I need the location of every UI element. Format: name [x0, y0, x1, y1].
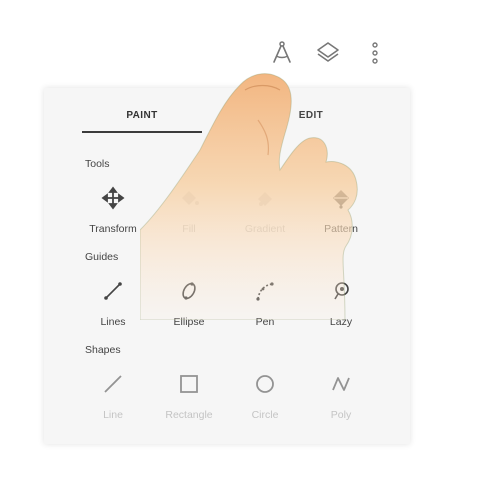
- section-title-guides: Guides: [85, 251, 119, 263]
- tool-label: Pattern: [324, 223, 358, 235]
- tool-gradient[interactable]: Gradient: [225, 186, 305, 256]
- shape-rectangle[interactable]: Rectangle: [149, 372, 229, 442]
- shape-line[interactable]: Line: [73, 372, 153, 442]
- tool-label: Lazy: [329, 316, 353, 328]
- tool-transform[interactable]: Transform: [73, 186, 153, 256]
- tool-label: Pen: [255, 316, 275, 328]
- tool-label: Fill: [182, 223, 196, 235]
- tool-label: Line: [103, 409, 123, 421]
- line-shape-icon: [101, 372, 125, 396]
- poly-shape-icon: [329, 372, 353, 396]
- paint-bucket-icon: [177, 186, 201, 210]
- gradient-bucket-icon: [253, 186, 277, 210]
- guide-lazy[interactable]: Lazy: [301, 279, 381, 349]
- ellipse-guide-icon: [177, 279, 201, 303]
- circle-shape-icon: [253, 372, 277, 396]
- line-guide-icon: [101, 279, 125, 303]
- pattern-bucket-icon: [329, 186, 353, 210]
- tool-label: Transform: [89, 223, 137, 235]
- section-title-shapes: Shapes: [85, 344, 121, 356]
- guide-pen[interactable]: Pen: [225, 279, 305, 349]
- shape-poly[interactable]: Poly: [301, 372, 381, 442]
- compass-icon[interactable]: [269, 40, 295, 66]
- tool-label: Lines: [100, 316, 126, 328]
- more-vert-icon[interactable]: [362, 40, 388, 66]
- tool-fill[interactable]: Fill: [149, 186, 229, 256]
- layers-icon[interactable]: [315, 40, 341, 66]
- guide-ellipse[interactable]: Ellipse: [149, 279, 229, 349]
- tool-pattern[interactable]: Pattern: [301, 186, 381, 256]
- tool-label: Rectangle: [165, 409, 213, 421]
- guide-lines[interactable]: Lines: [73, 279, 153, 349]
- section-title-tools: Tools: [85, 158, 110, 170]
- tool-label: Poly: [330, 409, 352, 421]
- shape-circle[interactable]: Circle: [225, 372, 305, 442]
- tool-label: Circle: [251, 409, 279, 421]
- lazy-guide-icon: [329, 279, 353, 303]
- tab-edit[interactable]: EDIT: [251, 88, 371, 140]
- active-tab-indicator: [82, 131, 202, 133]
- tool-panel: PAINT EDIT Tools Transform Fill Gradient…: [44, 88, 410, 444]
- move-arrows-icon: [101, 186, 125, 210]
- pen-guide-icon: [253, 279, 277, 303]
- tool-label: Gradient: [244, 223, 286, 235]
- tool-label: Ellipse: [173, 316, 205, 328]
- rectangle-shape-icon: [177, 372, 201, 396]
